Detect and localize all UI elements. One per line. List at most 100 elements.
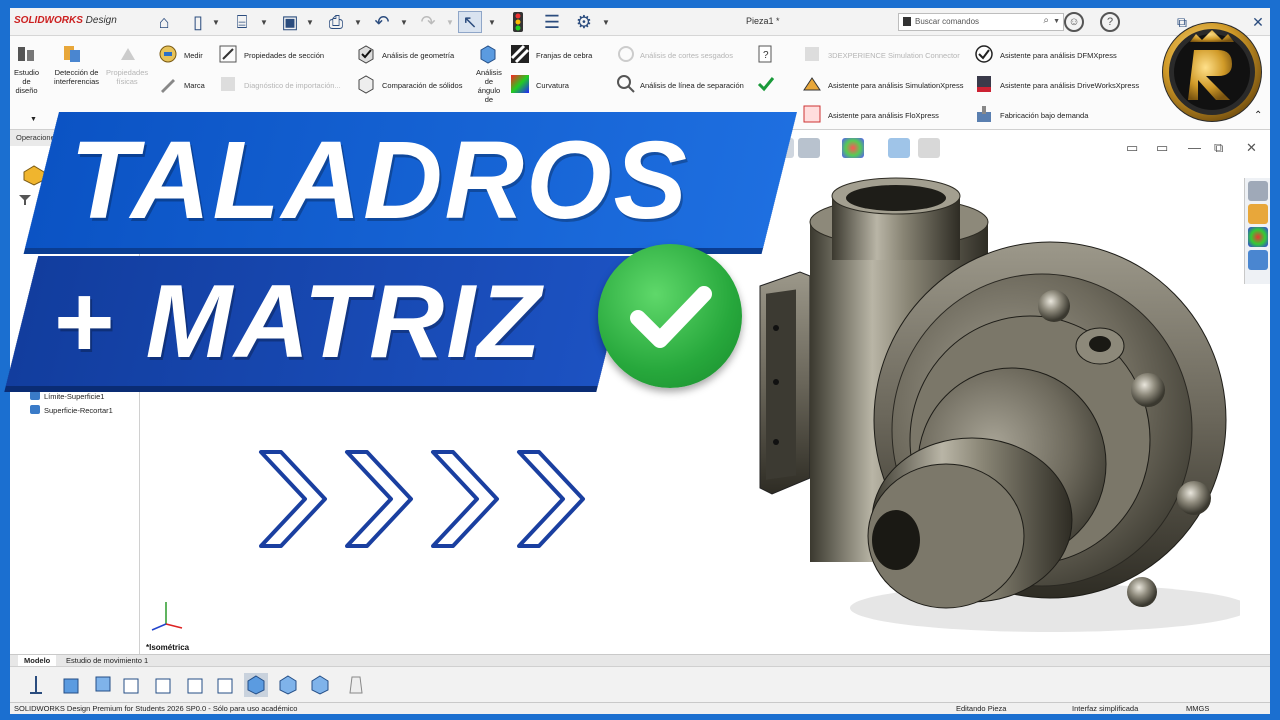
measure-icon [159, 45, 177, 63]
redo-icon[interactable]: ↷ [416, 11, 440, 33]
view-settings-icon[interactable] [918, 138, 940, 158]
design-library-icon[interactable] [1248, 204, 1268, 224]
file-properties-icon[interactable]: ☰ [540, 11, 564, 33]
filter-icon[interactable] [18, 194, 32, 206]
new-document-icon[interactable]: ▯ [186, 11, 210, 33]
check-compare-icon[interactable] [756, 74, 776, 94]
solidworks-logo[interactable]: SOLIDWORKS Design [14, 15, 117, 26]
undercut-analysis-button[interactable]: Análisis de cortes sesgados [640, 51, 733, 60]
custom-properties-icon[interactable] [1248, 250, 1268, 270]
new-dropdown-icon[interactable]: ▼ [212, 18, 220, 27]
print-dropdown-icon[interactable]: ▼ [354, 18, 362, 27]
draft-analysis-button[interactable]: Análisis de ángulo de [476, 68, 502, 104]
traffic-light-icon[interactable] [506, 11, 530, 33]
manufacturing-button[interactable]: Fabricación bajo demanda [1000, 111, 1088, 120]
logo-brand-text: SOLIDWORKS [14, 15, 83, 26]
select-dropdown-icon[interactable]: ▼ [488, 18, 496, 27]
view-top-icon[interactable] [184, 673, 208, 697]
headline-line-1: TALADROS [70, 119, 689, 242]
open-dropdown-icon[interactable]: ▼ [260, 18, 268, 27]
options-dropdown-icon[interactable]: ▼ [602, 18, 610, 27]
status-bar: SOLIDWORKS Design Premium for Students 2… [10, 702, 1270, 714]
tree-item-superficie-recortar[interactable]: Superficie-Recortar1 [30, 405, 113, 415]
resources-icon[interactable] [1248, 181, 1268, 201]
interface-status[interactable]: Interfaz simplificada [1072, 704, 1138, 713]
floxpress-button[interactable]: Asistente para análisis FloXpress [828, 111, 939, 120]
minimize-doc-icon[interactable]: — [1188, 140, 1201, 155]
channel-logo-badge [1162, 22, 1262, 122]
simulation-connector-button[interactable]: 3DEXPERIENCE Simulation Connector [828, 51, 960, 60]
view-trimetric-icon[interactable] [276, 673, 300, 697]
markup-button[interactable]: Marca [184, 81, 205, 90]
view-selector-icon[interactable] [344, 673, 368, 697]
title-bar: SOLIDWORKS Design ⌂ ▯ ▼ ⌸ ▼ ▣ ▼ ⎙ ▼ ↶ ▼ … [10, 8, 1270, 36]
parting-line-button[interactable]: Análisis de línea de separación [640, 81, 744, 90]
cad-part-model[interactable] [750, 168, 1240, 644]
curvature-button[interactable]: Curvatura [536, 81, 569, 90]
section-properties-button[interactable]: Propiedades de sección [244, 51, 324, 60]
zebra-stripes-button[interactable]: Franjas de cebra [536, 51, 592, 60]
import-diagnostics-button[interactable]: Diagnóstico de importación... [244, 81, 341, 90]
hide-show-items-icon[interactable] [798, 138, 820, 158]
view-bottom-icon[interactable] [214, 673, 238, 697]
document-title: Pieza1 * [746, 16, 780, 26]
print-icon[interactable]: ⎙ [324, 11, 348, 33]
close-doc-icon[interactable]: ✕ [1246, 140, 1257, 156]
normal-to-icon[interactable] [24, 673, 48, 697]
restore-doc-icon[interactable]: ⧉ [1214, 140, 1223, 156]
simulationxpress-icon [803, 77, 821, 91]
search-icon[interactable]: ⌕ [1043, 15, 1049, 26]
view-back-icon[interactable] [90, 673, 114, 697]
select-cursor-icon[interactable]: ↖ [458, 11, 482, 33]
appearances-icon[interactable] [1248, 227, 1268, 247]
undo-dropdown-icon[interactable]: ▼ [400, 18, 408, 27]
measure-button[interactable]: Medir [184, 51, 203, 60]
help-icon[interactable]: ? [1100, 12, 1120, 32]
cascade-window-icon[interactable]: ▭ [1156, 140, 1168, 156]
open-folder-icon[interactable]: ⌸ [230, 11, 254, 33]
headline-line-2: + MATRIZ [52, 264, 543, 380]
simulationxpress-button[interactable]: Asistente para análisis SimulationXpress [828, 81, 963, 90]
compare-bodies-icon [358, 75, 374, 94]
design-study-button[interactable]: Estudio de diseño [14, 68, 39, 95]
apply-scene-icon[interactable] [888, 138, 910, 158]
mass-properties-button[interactable]: Propiedades físicas [106, 68, 148, 86]
undercut-analysis-icon [618, 46, 634, 62]
compare-bodies-button[interactable]: Comparación de sólidos [382, 81, 462, 90]
redo-dropdown-icon[interactable]: ▼ [446, 18, 454, 27]
view-front-icon[interactable] [60, 673, 84, 697]
edit-appearance-icon[interactable] [842, 138, 864, 158]
view-left-icon[interactable] [120, 673, 144, 697]
user-account-icon[interactable]: ☺ [1064, 12, 1084, 32]
view-dimetric-icon[interactable] [308, 673, 332, 697]
units-status[interactable]: MMGS [1186, 704, 1209, 713]
markup-pen-icon [161, 79, 175, 93]
check-document-icon[interactable]: ? [756, 44, 776, 64]
driveworks-button[interactable]: Asistente para análisis DriveWorksXpress [1000, 81, 1139, 90]
command-search-input[interactable]: Buscar comandos ⌕ ▼ [898, 13, 1064, 31]
search-dropdown-icon[interactable]: ▼ [1053, 18, 1060, 25]
floxpress-icon [803, 105, 821, 123]
green-checkmark-badge [598, 244, 742, 388]
geometry-analysis-button[interactable]: Análisis de geometría [382, 51, 454, 60]
dfmxpress-button[interactable]: Asistente para análisis DFMXpress [1000, 51, 1117, 60]
save-icon[interactable]: ▣ [278, 11, 302, 33]
view-right-icon[interactable] [152, 673, 176, 697]
save-dropdown-icon[interactable]: ▼ [306, 18, 314, 27]
section-properties-icon [219, 45, 237, 63]
mass-properties-icon [121, 48, 135, 60]
design-study-icon [18, 47, 34, 61]
tree-item-limite-superficie[interactable]: Límite-Superficie1 [30, 391, 104, 401]
parting-line-icon [617, 75, 635, 93]
interference-detection-button[interactable]: Detección de interferencias [54, 68, 99, 86]
chevron-arrows-icon [259, 450, 585, 548]
simulation-connector-icon [805, 47, 819, 61]
interference-detection-icon [64, 46, 80, 62]
options-gear-icon[interactable]: ⚙ [572, 11, 596, 33]
view-isometric-icon[interactable] [244, 673, 268, 697]
home-icon[interactable]: ⌂ [152, 11, 176, 33]
undo-icon[interactable]: ↶ [370, 11, 394, 33]
tile-window-icon[interactable]: ▭ [1126, 140, 1138, 156]
coordinate-triad-icon [151, 602, 183, 631]
ribbon-expand-icon[interactable]: ▼ [30, 116, 37, 123]
